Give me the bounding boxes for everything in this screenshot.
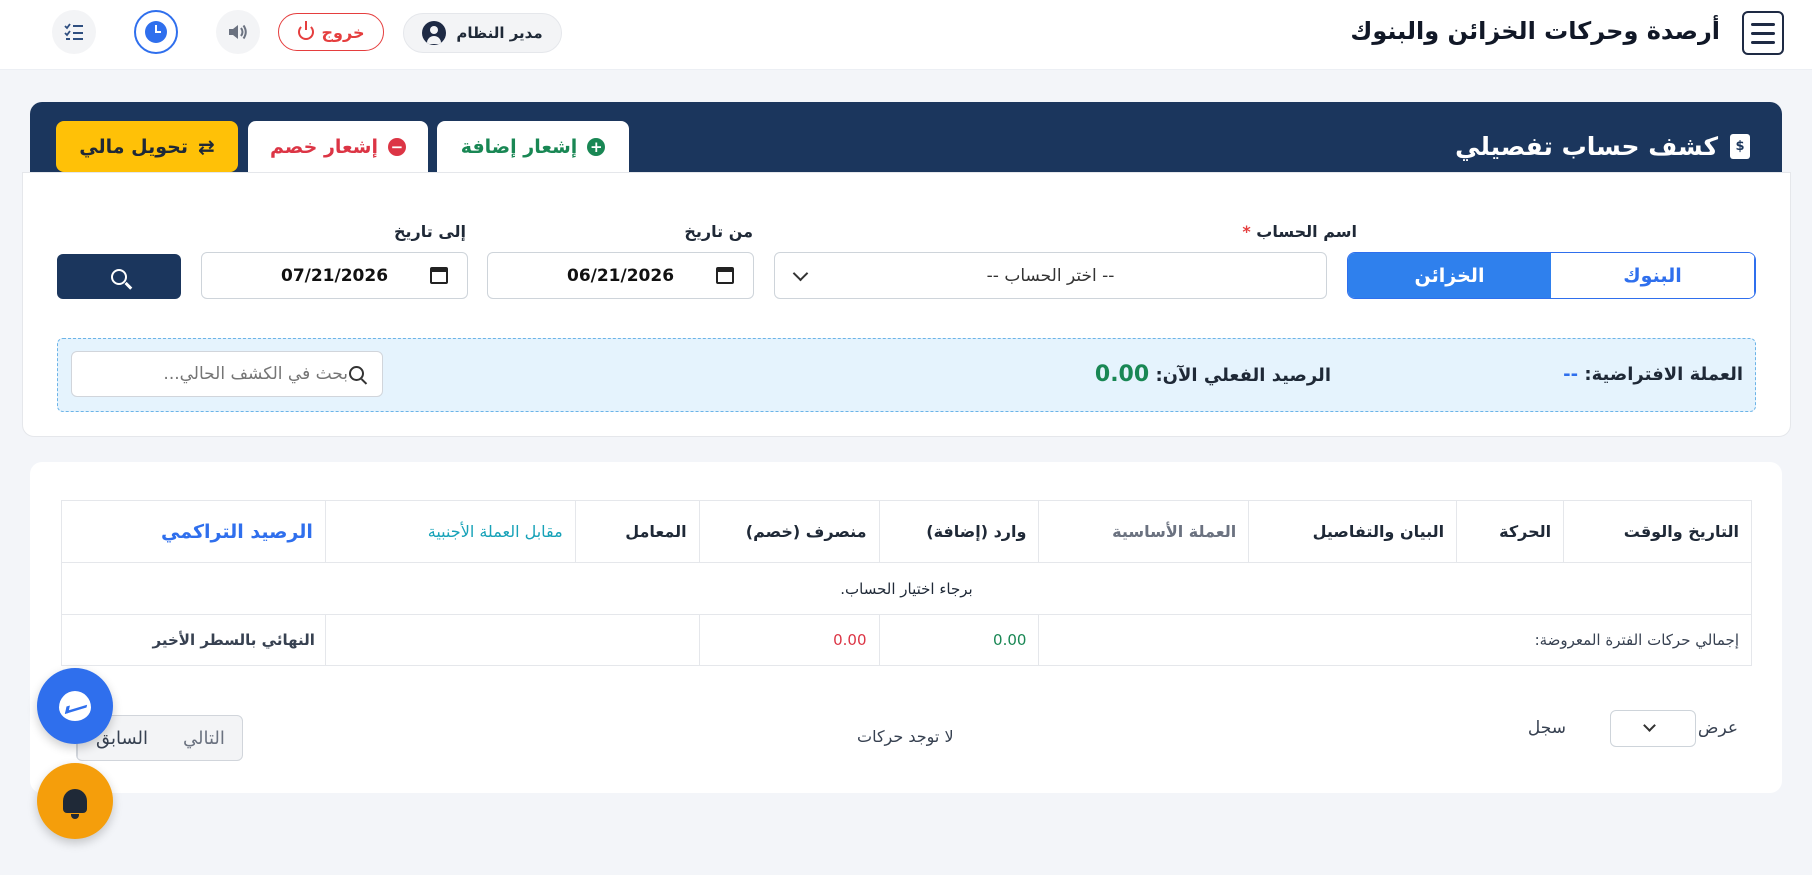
hamburger-icon: [1751, 22, 1775, 26]
to-date-input[interactable]: 07/21/2026: [201, 252, 468, 299]
chevron-down-icon: [792, 265, 809, 282]
deduct-notice-button[interactable]: − إشعار خصم: [248, 121, 428, 172]
col-incoming[interactable]: وارد (إضافة): [878, 500, 1040, 563]
messenger-button[interactable]: [37, 668, 113, 744]
checklist-button[interactable]: [52, 10, 96, 54]
current-balance: الرصيد الفعلي الآن: 0.00: [1094, 362, 1331, 387]
add-notice-button[interactable]: + إشعار إضافة: [437, 121, 629, 172]
col-base-currency[interactable]: العملة الأساسية: [1038, 500, 1250, 563]
chevron-down-icon: [1643, 719, 1656, 732]
search-icon: [111, 268, 127, 285]
from-date-input[interactable]: 06/21/2026: [487, 252, 754, 299]
totals-outgoing: 0.00: [698, 614, 880, 666]
user-menu-button[interactable]: مدير النظام: [403, 13, 562, 53]
col-movement[interactable]: الحركة: [1456, 500, 1565, 563]
search-button[interactable]: [57, 254, 181, 299]
messenger-icon: [59, 691, 91, 721]
account-type-toggle: الخزائن البنوك: [1347, 252, 1756, 299]
calendar-icon[interactable]: [716, 267, 734, 284]
from-date-label: من تاريخ: [684, 222, 753, 241]
account-name-label: اسم الحساب *: [1242, 222, 1357, 241]
section-title-text: كشف حساب تفصيلي: [1455, 132, 1718, 161]
to-date-value: 07/21/2026: [280, 265, 389, 286]
clock-button[interactable]: [134, 10, 178, 54]
top-bar: أرصدة وحركات الخزائن والبنوك مدير النظام…: [0, 0, 1812, 70]
to-date-label: إلى تاريخ: [393, 222, 466, 241]
deduct-notice-label: إشعار خصم: [270, 135, 378, 158]
document-dollar-icon: $: [1730, 134, 1750, 159]
statement-search-input[interactable]: [71, 351, 383, 397]
user-label: مدير النظام: [456, 24, 543, 42]
speaker-icon: [229, 24, 247, 40]
col-cumulative-balance[interactable]: الرصيد التراكمي: [61, 500, 326, 563]
col-description[interactable]: البيان والتفاصيل: [1248, 500, 1458, 563]
plus-circle-icon: +: [587, 137, 606, 156]
current-balance-value: 0.00: [1094, 362, 1150, 387]
col-outgoing[interactable]: منصرف (خصم): [698, 500, 880, 563]
default-currency-value: --: [1563, 364, 1579, 385]
calendar-icon[interactable]: [430, 267, 448, 284]
swap-arrows-icon: ⇄: [197, 134, 215, 159]
col-party[interactable]: المعامل: [574, 500, 700, 563]
type-banks-button[interactable]: البنوك: [1551, 253, 1755, 298]
totals-final-label: النهائي بالسطر الأخير: [61, 614, 326, 666]
user-circle-icon: [422, 21, 447, 45]
add-notice-label: إشعار إضافة: [460, 135, 578, 158]
col-date[interactable]: التاريخ والوقت: [1563, 500, 1752, 563]
account-select[interactable]: -- اختر الحساب --: [774, 252, 1327, 299]
totals-spacer: [324, 614, 700, 666]
statement-table: التاريخ والوقت الحركة البيان والتفاصيل ا…: [61, 500, 1752, 666]
totals-label: إجمالي حركات الفترة المعروضة:: [1038, 614, 1752, 666]
page-title: أرصدة وحركات الخزائن والبنوك: [1350, 17, 1720, 45]
totals-incoming: 0.00: [878, 614, 1040, 666]
hamburger-menu-button[interactable]: [1742, 11, 1784, 55]
money-transfer-button[interactable]: ⇄ تحويل مالي: [56, 121, 238, 172]
show-label: عرض: [1697, 718, 1738, 738]
col-foreign-equivalent[interactable]: مقابل العملة الأجنبية: [324, 500, 576, 563]
type-treasuries-button[interactable]: الخزائن: [1348, 253, 1551, 298]
no-moves-info: لا توجد حركات: [857, 727, 954, 746]
from-date-value: 06/21/2026: [566, 265, 675, 286]
table-header-row: التاريخ والوقت الحركة البيان والتفاصيل ا…: [61, 500, 1752, 563]
transfer-label: تحويل مالي: [79, 135, 188, 158]
empty-row: برجاء اختيار الحساب.: [61, 562, 1752, 615]
next-page-button[interactable]: التالي: [166, 716, 242, 760]
minus-circle-icon: −: [387, 137, 406, 156]
required-mark: *: [1242, 222, 1251, 241]
power-icon: [297, 21, 314, 40]
default-currency: العملة الافتراضية: --: [1563, 364, 1743, 385]
records-label: سجل: [1527, 718, 1566, 738]
totals-row: إجمالي حركات الفترة المعروضة: 0.00 0.00 …: [61, 614, 1752, 666]
empty-message: برجاء اختيار الحساب.: [61, 562, 1752, 615]
logout-button[interactable]: خروج: [278, 13, 384, 51]
sound-toggle-button[interactable]: [216, 10, 260, 54]
account-select-value: -- اختر الحساب --: [986, 265, 1115, 286]
bell-icon: [63, 789, 87, 819]
search-icon: [349, 366, 364, 381]
page-length-select[interactable]: [1610, 710, 1696, 747]
section-title: $ كشف حساب تفصيلي: [1455, 132, 1750, 161]
clock-icon: [145, 21, 167, 43]
logout-label: خروج: [321, 22, 365, 42]
checklist-icon: [64, 23, 83, 40]
notifications-button[interactable]: [37, 763, 113, 839]
